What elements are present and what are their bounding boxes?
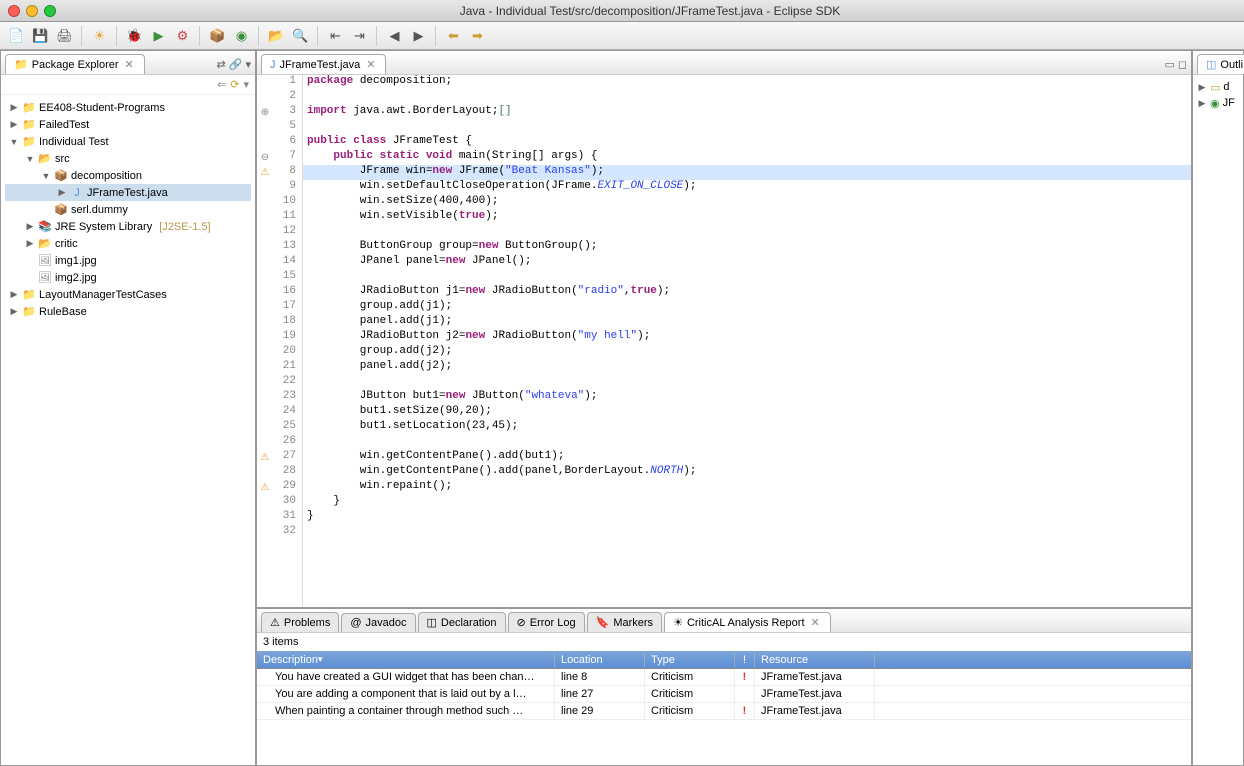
analysis-table[interactable]: DescriptionLocationType!Resource You hav… — [257, 651, 1191, 765]
bug-icon[interactable]: 🐞 — [124, 26, 144, 46]
column-header[interactable]: ! — [735, 651, 755, 668]
view-menu-icon[interactable]: ▾ — [243, 78, 249, 91]
new-icon[interactable]: 📄 — [6, 26, 26, 46]
tree-item[interactable]: ▶📂critic — [5, 235, 251, 252]
menu-icon[interactable]: ▾ — [245, 58, 251, 71]
maximize-icon[interactable]: ◻ — [1178, 58, 1187, 71]
type-icon[interactable]: ◉ — [231, 26, 251, 46]
bottom-tab-error-log[interactable]: ⊘Error Log — [508, 612, 585, 632]
bottom-tab-javadoc[interactable]: @Javadoc — [341, 613, 415, 632]
next-icon[interactable]: ▶ — [408, 26, 428, 46]
tab-icon: ⚠ — [270, 616, 280, 629]
main-toolbar: 📄 💾 🖨 ☀ 🐞 ▶ ⚙ 📦 ◉ 📂 🔍 ⇤ ⇥ ◀ ▶ ⬅ ➡ — [0, 22, 1244, 50]
table-row[interactable]: You have created a GUI widget that has b… — [257, 669, 1191, 686]
tree-item[interactable]: 🖼img2.jpg — [5, 269, 251, 286]
tab-icon: ⊘ — [517, 616, 526, 629]
folder-icon: 📁 — [14, 58, 28, 71]
column-header[interactable]: Description — [257, 651, 555, 668]
column-header[interactable]: Type — [645, 651, 735, 668]
bottom-panel: ⚠Problems@Javadoc◫Declaration⊘Error Log🔖… — [256, 608, 1192, 766]
tree-item[interactable]: ▶📁LayoutManagerTestCases — [5, 286, 251, 303]
zoom-window-button[interactable] — [44, 5, 56, 17]
tree-item[interactable]: ▼📁Individual Test — [5, 133, 251, 150]
external-icon[interactable]: ⚙ — [172, 26, 192, 46]
tree-item[interactable]: 📦serl.dummy — [5, 201, 251, 218]
outline-tab[interactable]: ◫ Outli — [1197, 54, 1244, 74]
run-icon[interactable]: ▶ — [148, 26, 168, 46]
code-editor[interactable]: ⊕⊖⚠⚠⚠ 1235678910111213141516171819202122… — [257, 75, 1191, 607]
search-icon[interactable]: 🔍 — [290, 26, 310, 46]
column-header[interactable]: Resource — [755, 651, 875, 668]
save-icon[interactable]: 💾 — [30, 26, 50, 46]
table-row[interactable]: When painting a container through method… — [257, 703, 1191, 720]
outline-icon: ◫ — [1206, 58, 1216, 71]
tree-item[interactable]: ▶📁EE408-Student-Programs — [5, 99, 251, 116]
tree-item[interactable]: ▼📦decomposition — [5, 167, 251, 184]
bottom-tab-problems[interactable]: ⚠Problems — [261, 612, 339, 632]
column-header[interactable]: Location — [555, 651, 645, 668]
forward-icon[interactable]: ➡ — [467, 26, 487, 46]
close-window-button[interactable] — [8, 5, 20, 17]
tab-icon: ☀ — [673, 616, 683, 629]
tree-item[interactable]: ▶📁RuleBase — [5, 303, 251, 320]
indent-icon[interactable]: ⇥ — [349, 26, 369, 46]
window-titlebar: Java - Individual Test/src/decomposition… — [0, 0, 1244, 22]
window-title: Java - Individual Test/src/decomposition… — [56, 4, 1244, 18]
package-explorer-tab[interactable]: 📁 Package Explorer ✕ — [5, 54, 145, 74]
print-icon[interactable]: 🖨 — [54, 26, 74, 46]
outline-item[interactable]: ▶▭d — [1197, 79, 1239, 95]
tree-item[interactable]: ▼📂src — [5, 150, 251, 167]
project-tree[interactable]: ▶📁EE408-Student-Programs▶📁FailedTest▼📁In… — [1, 95, 255, 765]
items-count: 3 items — [257, 633, 1191, 651]
outdent-icon[interactable]: ⇤ — [325, 26, 345, 46]
prev-icon[interactable]: ◀ — [384, 26, 404, 46]
java-file-icon: J — [270, 59, 276, 71]
back-nav-icon[interactable]: ⇐ — [217, 78, 226, 91]
tab-icon: 🔖 — [596, 616, 610, 629]
outline-panel: ◫ Outli ▶▭d▶◉JF — [1192, 50, 1244, 766]
link-icon[interactable]: 🔗 — [229, 58, 243, 71]
editor-tab[interactable]: J JFrameTest.java ✕ — [261, 54, 386, 74]
package-icon[interactable]: 📦 — [207, 26, 227, 46]
tab-icon: @ — [350, 617, 361, 629]
bottom-tab-critical-analysis-report[interactable]: ☀CriticAL Analysis Report✕ — [664, 612, 831, 632]
table-row[interactable]: You are adding a component that is laid … — [257, 686, 1191, 703]
close-icon[interactable]: ✕ — [123, 58, 136, 71]
debug-icon[interactable]: ☀ — [89, 26, 109, 46]
package-explorer-panel: 📁 Package Explorer ✕ ⇄ 🔗 ▾ ⇐ ⟳ ▾ ▶📁EE408… — [0, 50, 256, 766]
tree-item[interactable]: ▶📁FailedTest — [5, 116, 251, 133]
minimize-icon[interactable]: ▭ — [1164, 58, 1174, 71]
minimize-window-button[interactable] — [26, 5, 38, 17]
outline-item[interactable]: ▶◉JF — [1197, 95, 1239, 111]
bottom-tab-markers[interactable]: 🔖Markers — [587, 612, 662, 632]
tree-item[interactable]: ▶JJFrameTest.java — [5, 184, 251, 201]
tab-icon: ◫ — [427, 616, 437, 629]
close-icon[interactable]: ✕ — [809, 616, 822, 629]
bottom-tab-declaration[interactable]: ◫Declaration — [418, 612, 506, 632]
tree-item[interactable]: 🖼img1.jpg — [5, 252, 251, 269]
close-icon[interactable]: ✕ — [364, 58, 377, 71]
open-icon[interactable]: 📂 — [266, 26, 286, 46]
sync-icon[interactable]: ⟳ — [230, 78, 239, 91]
back-icon[interactable]: ⬅ — [443, 26, 463, 46]
tree-item[interactable]: ▶📚JRE System Library[J2SE-1.5] — [5, 218, 251, 235]
collapse-icon[interactable]: ⇄ — [217, 58, 226, 71]
